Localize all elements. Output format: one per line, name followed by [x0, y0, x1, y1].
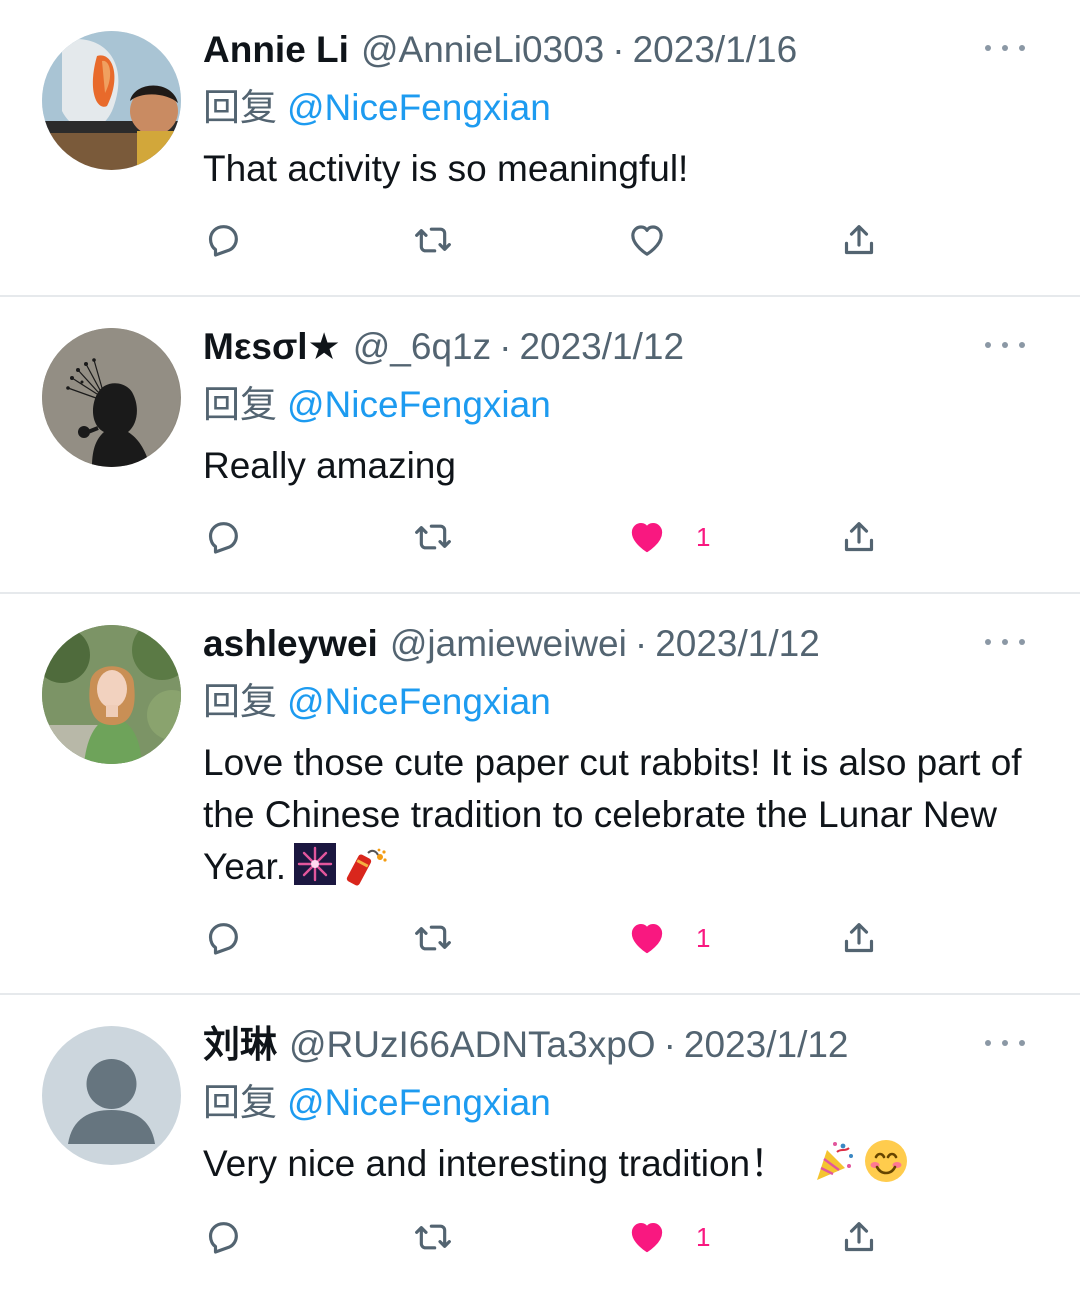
heart-icon — [631, 225, 663, 256]
reply-icon — [208, 225, 238, 257]
retweet-button[interactable] — [413, 517, 453, 557]
reply-feed: Annie Li @AnnieLi0303 · 2023/1/16 回复 @Nic… — [0, 0, 1080, 1297]
fireworks-emoji — [294, 843, 336, 885]
tweet-header: Annie Li @AnnieLi0303 · 2023/1/16 — [203, 28, 1020, 72]
tweet-actions: 1 — [203, 1217, 883, 1257]
retweet-button[interactable] — [413, 220, 453, 260]
reply-prefix: 回复 — [203, 87, 277, 128]
share-button[interactable] — [839, 1217, 879, 1257]
share-button[interactable] — [839, 918, 879, 958]
retweet-button[interactable] — [413, 1217, 453, 1257]
retweet-icon — [415, 524, 451, 550]
tweet-actions: 1 — [203, 918, 883, 958]
avatar[interactable] — [42, 328, 181, 467]
tweet-header: ashleywei @jamieweiwei · 2023/1/12 — [203, 622, 1020, 666]
reply-icon — [208, 1222, 238, 1254]
tweet-header: 刘琳 @RUzI66ADNTa3xpO · 2023/1/12 — [203, 1023, 1020, 1067]
reply-icon — [208, 923, 238, 955]
reply-button[interactable] — [203, 918, 243, 958]
author-name[interactable]: Annie Li — [203, 28, 349, 72]
more-icon[interactable] — [985, 337, 1025, 353]
tweet-text: Love those cute paper cut rabbits! It is… — [203, 737, 1023, 893]
reply-to-link[interactable]: @NiceFengxian — [287, 1082, 551, 1123]
author-handle[interactable]: @AnnieLi0303 — [361, 28, 604, 72]
separator: · — [612, 29, 625, 70]
reply-icon — [208, 522, 238, 554]
more-icon[interactable] — [985, 1035, 1025, 1051]
tweet-content: Annie Li @AnnieLi0303 · 2023/1/16 回复 @Nic… — [203, 28, 1020, 195]
share-icon — [844, 522, 874, 552]
more-icon[interactable] — [985, 634, 1025, 650]
retweet-icon — [415, 925, 451, 951]
tweet-text: Really amazing — [203, 440, 1023, 492]
separator: · — [634, 623, 648, 664]
tweet-content: 刘琳 @RUzI66ADNTa3xpO · 2023/1/12 回复 @NiceF… — [203, 1023, 1020, 1190]
like-count: 1 — [696, 922, 711, 953]
smiling-face-emoji — [865, 1140, 908, 1182]
like-count: 1 — [696, 521, 711, 552]
more-icon[interactable] — [985, 40, 1025, 56]
reply-prefix: 回复 — [203, 1082, 277, 1123]
heart-icon — [631, 1223, 663, 1253]
tweet-actions: 1 — [203, 517, 883, 557]
heart-icon — [631, 523, 663, 553]
reply-prefix: 回复 — [203, 681, 277, 722]
tweet-text: Very nice and interesting tradition！ — [203, 1138, 1023, 1190]
reply-to-link[interactable]: @NiceFengxian — [287, 681, 551, 722]
like-button[interactable]: 1 — [627, 1217, 710, 1257]
reply-to-link[interactable]: @NiceFengxian — [287, 384, 551, 425]
tweet-date[interactable]: 2023/1/12 — [655, 622, 820, 666]
reply-button[interactable] — [203, 517, 243, 557]
share-button[interactable] — [839, 220, 879, 260]
retweet-button[interactable] — [413, 918, 453, 958]
reply-to-link[interactable]: @NiceFengxian — [287, 87, 551, 128]
avatar[interactable] — [42, 31, 181, 170]
replying-to: 回复 @NiceFengxian — [203, 1081, 1020, 1125]
tweet-date[interactable]: 2023/1/16 — [633, 28, 798, 72]
replying-to: 回复 @NiceFengxian — [203, 86, 1020, 130]
share-icon — [844, 923, 874, 953]
reply-button[interactable] — [203, 220, 243, 260]
replying-to: 回复 @NiceFengxian — [203, 383, 1020, 427]
author-handle[interactable]: @jamieweiwei — [390, 622, 627, 666]
tweet-header: Mεsσl★ @_6q1z · 2023/1/12 — [203, 325, 1020, 369]
tweet-date[interactable]: 2023/1/12 — [684, 1023, 849, 1067]
avatar[interactable] — [42, 625, 181, 764]
share-button[interactable] — [839, 517, 879, 557]
author-name[interactable]: ashleywei — [203, 622, 378, 666]
tweet-text-body: Very nice and interesting tradition！ — [203, 1143, 788, 1184]
tweet-text-body: Really amazing — [203, 445, 456, 486]
separator: · — [499, 326, 512, 367]
author-name[interactable]: 刘琳 — [203, 1023, 277, 1067]
tweet[interactable]: ashleywei @jamieweiwei · 2023/1/12 回复 @Ni… — [0, 594, 1080, 995]
separator: · — [663, 1024, 676, 1065]
share-icon — [844, 225, 874, 255]
like-count: 1 — [696, 1221, 711, 1252]
reply-button[interactable] — [203, 1217, 243, 1257]
tweet-text-body: That activity is so meaningful! — [203, 148, 689, 189]
tweet-content: Mεsσl★ @_6q1z · 2023/1/12 回复 @NiceFengxia… — [203, 325, 1020, 492]
tweet-date[interactable]: 2023/1/12 — [519, 325, 684, 369]
avatar[interactable] — [42, 1026, 181, 1165]
tweet-actions — [203, 220, 883, 260]
tweet[interactable]: Mεsσl★ @_6q1z · 2023/1/12 回复 @NiceFengxia… — [0, 297, 1080, 594]
like-button[interactable]: 1 — [627, 517, 710, 557]
firecracker-emoji — [346, 848, 387, 886]
replying-to: 回复 @NiceFengxian — [203, 680, 1020, 724]
like-button[interactable] — [627, 220, 696, 260]
author-handle[interactable]: @RUzI66ADNTa3xpO — [289, 1023, 656, 1067]
author-handle[interactable]: @_6q1z — [353, 325, 491, 369]
party-popper-emoji — [817, 1142, 854, 1180]
heart-icon — [631, 924, 663, 954]
tweet[interactable]: 刘琳 @RUzI66ADNTa3xpO · 2023/1/12 回复 @NiceF… — [0, 995, 1080, 1297]
tweet[interactable]: Annie Li @AnnieLi0303 · 2023/1/16 回复 @Nic… — [0, 0, 1080, 297]
retweet-icon — [415, 1224, 451, 1250]
reply-prefix: 回复 — [203, 384, 277, 425]
tweet-text: That activity is so meaningful! — [203, 143, 1023, 195]
like-button[interactable]: 1 — [627, 918, 710, 958]
author-name[interactable]: Mεsσl★ — [203, 325, 341, 369]
tweet-content: ashleywei @jamieweiwei · 2023/1/12 回复 @Ni… — [203, 622, 1023, 893]
share-icon — [844, 1222, 874, 1252]
retweet-icon — [415, 227, 451, 253]
